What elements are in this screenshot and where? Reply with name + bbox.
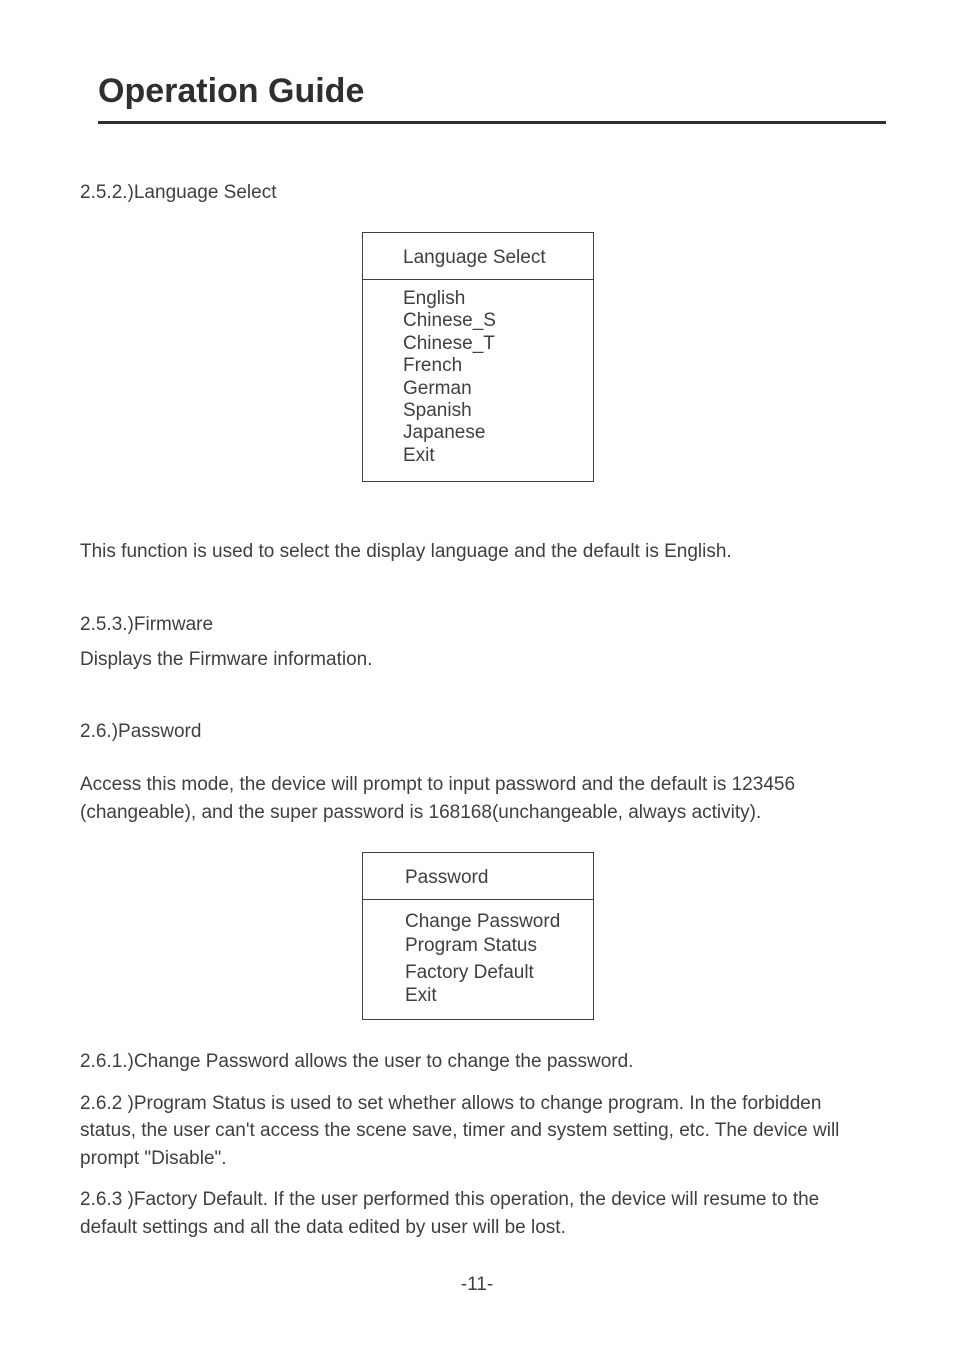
menu-body: English Chinese_S Chinese_T French Germa… [363, 280, 593, 481]
menu-item-factory-default: Factory Default [405, 961, 593, 984]
program-status-description: 2.6.2 )Program Status is used to set whe… [80, 1090, 876, 1173]
page-content: 2.5.2.)Language Select Language Select E… [78, 182, 876, 1241]
menu-item-chinese-s: Chinese_S [403, 310, 593, 332]
factory-default-description: 2.6.3 )Factory Default. If the user perf… [80, 1186, 876, 1241]
section-heading-firmware: 2.5.3.)Firmware [80, 614, 876, 636]
firmware-description: Displays the Firmware information. [80, 646, 876, 674]
section-heading-password: 2.6.)Password [80, 721, 876, 743]
menu-item-german: German [403, 378, 593, 400]
language-select-menu: Language Select English Chinese_S Chines… [362, 232, 594, 482]
change-password-description: 2.6.1.)Change Password allows the user t… [80, 1048, 876, 1076]
password-description: Access this mode, the device will prompt… [80, 771, 876, 826]
menu-body: Change Password Program Status Factory D… [363, 900, 593, 1019]
menu-item-change-password: Change Password [405, 910, 593, 933]
menu-item-spanish: Spanish [403, 400, 593, 422]
menu-item-french: French [403, 355, 593, 377]
page-number: -11- [0, 1274, 954, 1296]
language-select-description: This function is used to select the disp… [80, 538, 876, 566]
menu-header: Language Select [363, 233, 593, 280]
menu-item-program-status: Program Status [405, 934, 593, 957]
menu-item-exit: Exit [405, 984, 593, 1007]
menu-item-exit: Exit [403, 445, 593, 467]
menu-header: Password [363, 853, 593, 900]
page-title: Operation Guide [98, 72, 886, 124]
section-heading-language-select: 2.5.2.)Language Select [80, 182, 876, 204]
password-menu: Password Change Password Program Status … [362, 852, 594, 1020]
menu-item-chinese-t: Chinese_T [403, 333, 593, 355]
menu-item-japanese: Japanese [403, 422, 593, 444]
menu-item-english: English [403, 288, 593, 310]
